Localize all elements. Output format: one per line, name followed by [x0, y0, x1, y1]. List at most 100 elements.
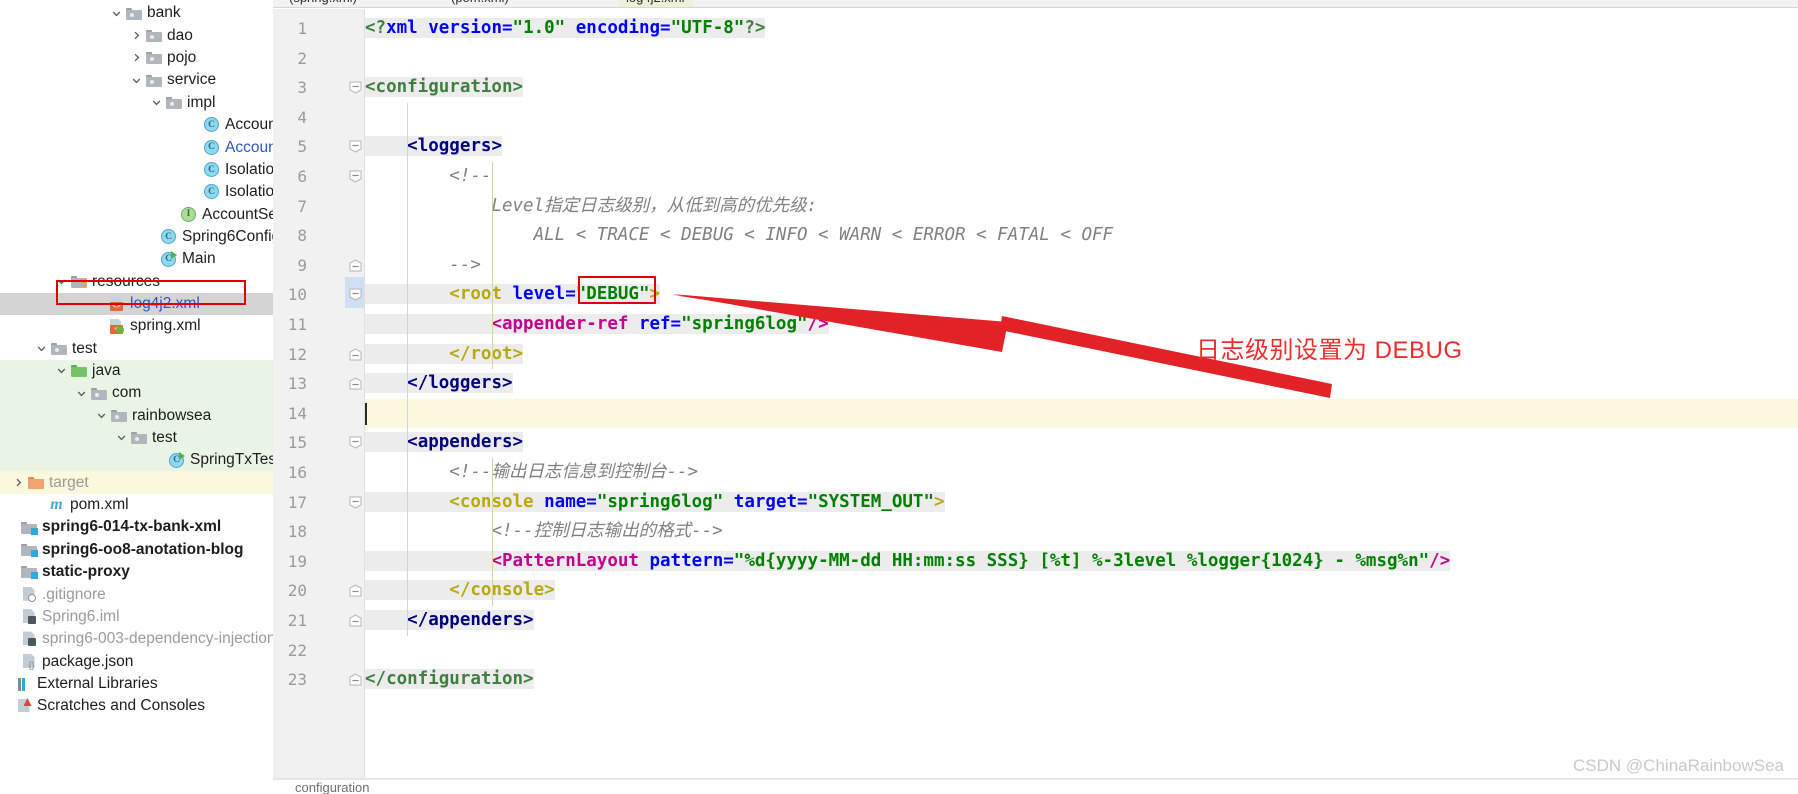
no-arrow-spacer	[5, 565, 18, 578]
tree-item-external-libraries[interactable]: External Libraries	[0, 673, 273, 695]
code-folding-column[interactable]	[345, 9, 365, 794]
tree-item-pojo[interactable]: pojo	[0, 47, 273, 69]
tree-item-isolationserviceimpl2[interactable]: C IsolationServiceImpl2	[0, 181, 273, 203]
tree-item-springtxtest[interactable]: C SpringTxTest	[0, 449, 273, 472]
code-segment	[365, 136, 408, 157]
chevron-down-icon[interactable]	[150, 96, 163, 109]
chevron-down-icon[interactable]	[35, 342, 48, 355]
chevron-down-icon[interactable]	[55, 364, 68, 377]
tree-item-spring6-003-dependency-injection-blog[interactable]: spring6-003-dependency-injection-blog	[0, 628, 273, 650]
code-line-6[interactable]: <!--	[365, 162, 1798, 192]
tree-item-com[interactable]: com	[0, 381, 273, 405]
code-line-23[interactable]: </configuration>	[365, 665, 1798, 695]
fold-toggle-icon[interactable]	[349, 496, 362, 509]
code-line-12[interactable]: </root>	[365, 340, 1798, 370]
tree-item-target[interactable]: target	[0, 471, 273, 494]
tree-item-java[interactable]: java	[0, 359, 273, 382]
fold-toggle-icon[interactable]	[349, 140, 362, 153]
code-line-21[interactable]: </appenders>	[365, 606, 1798, 636]
tree-item-resources[interactable]: resources	[0, 270, 273, 292]
tab-pom-xml[interactable]: (pom.xml)	[443, 0, 517, 7]
code-line-19[interactable]: <PatternLayout pattern="%d{yyyy-MM-dd HH…	[365, 547, 1798, 577]
fold-toggle-icon[interactable]	[349, 436, 362, 449]
tree-item-spring6-014-tx-bank-xml[interactable]: spring6-014-tx-bank-xml	[0, 516, 273, 538]
chevron-down-icon[interactable]	[75, 387, 88, 400]
code-line-7[interactable]: Level指定日志级别，从低到高的优先级:	[365, 192, 1798, 222]
code-line-17[interactable]: <console name="spring6log" target="SYSTE…	[365, 488, 1798, 518]
tree-item-accountservice[interactable]: I AccountService	[0, 203, 273, 225]
chevron-right-icon[interactable]	[130, 51, 143, 64]
tree-item-accountserviceimpl[interactable]: C AccountServiceImpl	[0, 114, 273, 136]
chevron-down-icon[interactable]	[55, 275, 68, 288]
code-line-13[interactable]: </loggers>	[365, 369, 1798, 399]
chevron-right-icon[interactable]	[130, 29, 143, 42]
code-line-4[interactable]	[365, 103, 1798, 133]
code-line-9[interactable]: -->	[365, 251, 1798, 281]
tree-item-spring6config[interactable]: C Spring6Config	[0, 226, 273, 248]
line-number: 23	[287, 670, 307, 690]
no-arrow-spacer	[5, 632, 18, 645]
tree-item-test[interactable]: test	[0, 337, 273, 359]
code-line-14[interactable]	[365, 399, 1798, 429]
fold-toggle-icon[interactable]	[349, 259, 362, 272]
code-line-3[interactable]: <configuration>	[365, 73, 1798, 103]
chevron-down-icon[interactable]	[115, 431, 128, 444]
code-line-10[interactable]: <root level="DEBUG">	[365, 280, 1798, 310]
tree-item-scratches-and-consoles[interactable]: Scratches and Consoles	[0, 695, 273, 717]
tab-spring-xml[interactable]: (spring.xml)	[281, 0, 365, 7]
tree-item-rainbowsea[interactable]: rainbowsea	[0, 404, 273, 427]
tree-item-bank[interactable]: bank	[0, 2, 273, 24]
code-line-18[interactable]: <!--控制日志输出的格式-->	[365, 517, 1798, 547]
tree-item-static-proxy[interactable]: static-proxy	[0, 561, 273, 583]
tree-item-icon-wrap	[165, 95, 182, 110]
fold-toggle-icon[interactable]	[349, 584, 362, 597]
no-arrow-spacer	[33, 498, 46, 511]
fold-toggle-icon[interactable]	[349, 288, 362, 301]
tab-log4j2-xml[interactable]: log4j2.xml	[618, 0, 693, 7]
tree-item-label: IsolationServiceImpl	[225, 160, 273, 178]
tree-item-spring6-oo8-anotation-blog[interactable]: spring6-oo8-anotation-blog	[0, 538, 273, 560]
tree-item-isolationserviceimpl[interactable]: C IsolationServiceImpl	[0, 158, 273, 180]
tree-item-dao[interactable]: dao	[0, 24, 273, 46]
fold-toggle-icon[interactable]	[349, 377, 362, 390]
code-line-1[interactable]: <?xml version="1.0" encoding="UTF-8"?>	[365, 14, 1798, 44]
tree-item-spring6-iml[interactable]: Spring6.iml	[0, 605, 273, 627]
tree-item-gitignore[interactable]: .gitignore	[0, 583, 273, 605]
folder-icon	[145, 51, 162, 65]
tree-item-log4j2-xml[interactable]: <> log4j2.xml	[0, 292, 273, 315]
fold-toggle-icon[interactable]	[349, 170, 362, 183]
tree-item-pom-xml[interactable]: m pom.xml	[0, 494, 273, 516]
fold-toggle-icon[interactable]	[349, 81, 362, 94]
code-line-2[interactable]	[365, 44, 1798, 74]
code-line-22[interactable]	[365, 636, 1798, 666]
line-number: 11	[287, 315, 307, 334]
code-line-16[interactable]: <!--输出日志信息到控制台-->	[365, 458, 1798, 488]
tree-item-spring-xml[interactable]: < spring.xml	[0, 315, 273, 337]
code-line-8[interactable]: ALL < TRACE < DEBUG < INFO < WARN < ERRO…	[365, 221, 1798, 251]
editor-tab-strip[interactable]: (spring.xml) (pom.xml) log4j2.xml	[273, 0, 1798, 8]
tree-item-accountserviceimpl2[interactable]: C AccountServiceImpl2	[0, 136, 273, 158]
code-editor-panel[interactable]: (spring.xml) (pom.xml) log4j2.xml 123456…	[273, 0, 1798, 794]
project-tree-panel[interactable]: bankdaopojoserviceimplCAccountServiceImp…	[0, 0, 273, 794]
code-line-20[interactable]: </console>	[365, 576, 1798, 606]
gitignore-file-icon	[22, 586, 36, 602]
fold-toggle-icon[interactable]	[349, 348, 362, 361]
tree-item-main[interactable]: C Main	[0, 248, 273, 270]
tree-item-icon-wrap: C	[203, 184, 220, 200]
tree-item-impl[interactable]: impl	[0, 91, 273, 113]
code-line-11[interactable]: <appender-ref ref="spring6log"/>	[365, 310, 1798, 340]
chevron-down-icon[interactable]	[110, 7, 123, 20]
breadcrumb[interactable]: configuration	[273, 778, 1798, 794]
chevron-down-icon[interactable]	[130, 74, 143, 87]
code-text-area[interactable]: <?xml version="1.0" encoding="UTF-8"?> <c…	[365, 9, 1798, 794]
code-line-15[interactable]: <appenders>	[365, 428, 1798, 458]
chevron-down-icon[interactable]	[95, 409, 108, 422]
tree-item-label: bank	[147, 4, 181, 22]
fold-toggle-icon[interactable]	[349, 614, 362, 627]
tree-item-package-json[interactable]: {} package.json	[0, 650, 273, 672]
fold-toggle-icon[interactable]	[349, 673, 362, 686]
tree-item-test[interactable]: test	[0, 426, 273, 449]
tree-item-service[interactable]: service	[0, 69, 273, 91]
code-line-5[interactable]: <loggers>	[365, 132, 1798, 162]
chevron-right-icon[interactable]	[12, 476, 25, 489]
